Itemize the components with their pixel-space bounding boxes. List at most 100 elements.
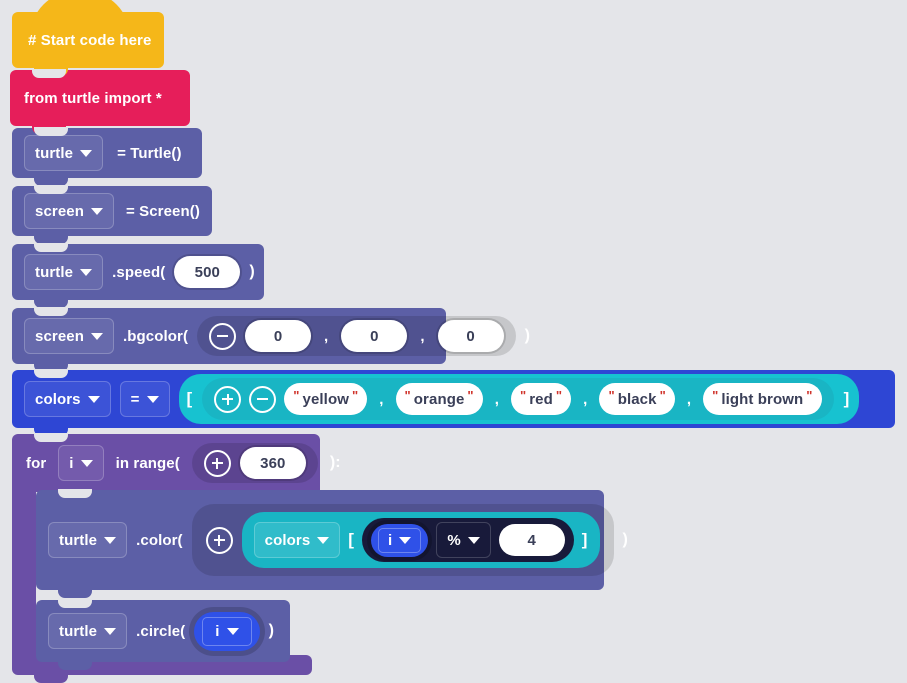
for-keyword: for	[26, 454, 47, 472]
block-turtle-assign[interactable]: turtle = Turtle()	[12, 127, 202, 186]
quote-close: "	[806, 387, 813, 403]
quote-open: "	[519, 387, 527, 403]
color-list-index-expression: colors [ i % 4]	[241, 512, 600, 568]
screen-variable-dropdown[interactable]: screen	[24, 193, 114, 229]
plus-circle-icon[interactable]	[203, 449, 231, 477]
quote-close: "	[555, 387, 563, 403]
bgcolor-comma-1: ,	[324, 327, 329, 345]
turtle-variable-dropdown[interactable]: turtle	[24, 135, 104, 171]
speed-target-dropdown[interactable]: turtle	[24, 254, 104, 290]
chevron-down-icon	[226, 627, 239, 635]
color-open-bracket: [	[348, 530, 355, 549]
circle-argument-pill[interactable]: i	[194, 611, 260, 651]
bgcolor-red-input[interactable]: 0	[245, 320, 312, 352]
bgcolor-arguments-group: 0 , 0 , 0	[197, 316, 516, 356]
quote-open: "	[712, 387, 719, 403]
screen-variable-label: screen	[35, 202, 84, 220]
block-comment[interactable]: # Start code here	[12, 0, 164, 76]
color-list-variable-dropdown[interactable]: colors	[253, 522, 341, 558]
for-in-range-label: in range(	[115, 454, 180, 472]
quote-open: "	[608, 387, 615, 403]
minus-circle-icon[interactable]	[209, 322, 237, 350]
chevron-down-icon	[399, 536, 412, 544]
color-argument-group: colors [ i % 4]	[191, 504, 614, 576]
list-item[interactable]: " yellow "	[284, 383, 368, 415]
block-turtle-circle[interactable]: turtle .circle( i )	[36, 599, 290, 670]
list-item[interactable]: " light brown "	[703, 383, 822, 415]
for-loop-spine	[12, 492, 36, 667]
minus-circle-icon[interactable]	[249, 385, 277, 413]
list-item-value: light brown	[721, 390, 804, 408]
chevron-down-icon	[87, 395, 100, 403]
bgcolor-method-label: .bgcolor(	[122, 327, 189, 345]
color-index-variable-label: i	[388, 531, 393, 549]
chevron-down-icon	[317, 536, 330, 544]
block-turtle-color[interactable]: turtle .color( colors [ i % 4])	[36, 489, 628, 598]
speed-value-input[interactable]: 500	[174, 256, 241, 288]
block-screen-assign[interactable]: screen = Screen()	[12, 185, 212, 244]
turtle-variable-label: turtle	[35, 144, 74, 162]
color-modulo-expression: i % 4	[362, 518, 574, 562]
bgcolor-close-paren: )	[524, 327, 531, 344]
colors-variable-dropdown[interactable]: colors	[24, 381, 111, 417]
color-index-variable-pill[interactable]: i	[371, 523, 429, 557]
bgcolor-blue-input[interactable]: 0	[437, 320, 504, 352]
color-close-paren: )	[622, 531, 628, 548]
block-screen-bgcolor[interactable]: screen .bgcolor( 0 , 0 , 0 )	[12, 307, 530, 372]
plus-circle-icon[interactable]	[214, 385, 242, 413]
chevron-down-icon	[90, 332, 103, 340]
bgcolor-target-label: screen	[35, 327, 84, 345]
list-item[interactable]: " black "	[599, 383, 675, 415]
circle-target-label: turtle	[59, 622, 98, 640]
quote-close: "	[351, 387, 359, 403]
speed-method-label: .speed(	[112, 263, 166, 281]
for-variable-label: i	[69, 454, 74, 472]
quote-open: "	[404, 387, 411, 403]
list-item-value: red	[529, 390, 553, 408]
colors-operator-dropdown[interactable]: =	[119, 381, 170, 417]
chevron-down-icon	[80, 149, 93, 157]
colors-variable-label: colors	[35, 390, 81, 408]
list-item[interactable]: " red "	[510, 383, 572, 415]
chevron-down-icon	[467, 536, 480, 544]
for-range-argument-group: 360	[191, 443, 318, 483]
block-for-loop[interactable]: for i in range( 360 ):	[12, 433, 341, 492]
colors-list-literal: [ " yellow " , " orange " , " red " , " …	[178, 374, 860, 424]
circle-target-dropdown[interactable]: turtle	[48, 613, 128, 649]
for-range-count-input[interactable]: 360	[239, 447, 306, 479]
color-method-label: .color(	[136, 531, 183, 549]
colors-operator-label: =	[130, 390, 140, 408]
block-turtle-speed[interactable]: turtle .speed( 500 )	[12, 243, 264, 308]
chevron-down-icon	[104, 627, 117, 635]
import-label: from turtle import *	[24, 89, 162, 107]
bgcolor-green-input[interactable]: 0	[341, 320, 408, 352]
speed-close-paren: )	[249, 263, 255, 280]
turtle-assign-expression: = Turtle()	[117, 144, 182, 162]
comment-label: # Start code here	[28, 31, 152, 49]
circle-argument-label: i	[215, 622, 220, 640]
block-editor-canvas: # Start code here from turtle import * t…	[0, 0, 907, 683]
quote-open: "	[293, 387, 300, 403]
color-modulus-input[interactable]: 4	[498, 524, 565, 556]
circle-close-paren: )	[268, 622, 274, 639]
colors-close-bracket: ]	[843, 389, 850, 408]
quote-close: "	[467, 387, 474, 403]
list-item[interactable]: " orange "	[395, 383, 483, 415]
colors-list-items-group: " yellow " , " orange " , " red " , " bl…	[202, 378, 834, 420]
block-colors-assign[interactable]: colors = [ " yellow " , " orange " , " r…	[12, 369, 895, 436]
chevron-down-icon	[104, 536, 117, 544]
speed-target-label: turtle	[35, 263, 74, 281]
bgcolor-target-dropdown[interactable]: screen	[24, 318, 114, 354]
colors-open-bracket: [	[186, 389, 193, 408]
color-target-label: turtle	[59, 531, 98, 549]
chevron-down-icon	[80, 459, 93, 467]
block-import[interactable]: from turtle import *	[10, 69, 190, 134]
quote-close: "	[659, 387, 666, 403]
color-operator-dropdown[interactable]: %	[436, 522, 491, 558]
color-close-bracket: ]	[581, 530, 588, 549]
chevron-down-icon	[146, 395, 159, 403]
color-target-dropdown[interactable]: turtle	[48, 522, 128, 558]
for-variable-dropdown[interactable]: i	[58, 445, 104, 481]
list-item-value: yellow	[302, 390, 349, 408]
plus-circle-icon[interactable]	[205, 526, 233, 554]
